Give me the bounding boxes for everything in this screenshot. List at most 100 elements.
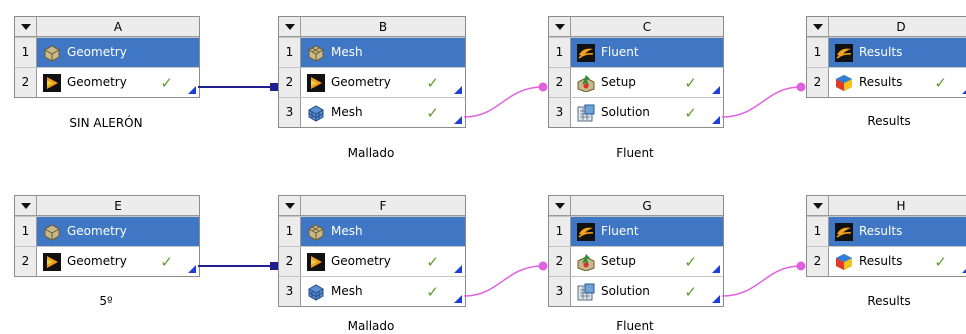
cell-number: 2	[549, 247, 571, 276]
cell-geometry[interactable]: 2 Geometry ✓	[15, 246, 199, 276]
connection-marker-icon[interactable]	[188, 86, 196, 94]
cell-fluent-header[interactable]: 1 Fluent	[549, 37, 723, 67]
system-menu-arrow-icon[interactable]	[15, 17, 37, 37]
cell-geometry-header[interactable]: 1 Geometry	[15, 216, 199, 246]
geometry-link-A-B[interactable]	[198, 83, 278, 91]
cell-number: 2	[807, 247, 829, 276]
cell-geometry[interactable]: 2 Geometry ✓	[15, 67, 199, 97]
system-H[interactable]: H 1 Results 2 Results ✓	[806, 195, 966, 277]
connection-marker-icon[interactable]	[712, 295, 720, 303]
system-menu-arrow-icon[interactable]	[549, 17, 571, 37]
system-caption[interactable]: Results	[806, 114, 966, 128]
check-icon: ✓	[426, 104, 439, 122]
mesh-icon	[308, 284, 324, 301]
system-E[interactable]: E 1 Geometry 2 Geometry ✓	[14, 195, 200, 277]
system-caption[interactable]: Mallado	[278, 146, 464, 160]
check-icon: ✓	[426, 283, 439, 301]
check-icon: ✓	[684, 283, 697, 301]
data-link-C-D[interactable]	[721, 82, 806, 118]
cell-label: Results	[859, 224, 903, 238]
cell-number: 1	[807, 217, 829, 246]
connection-marker-icon[interactable]	[454, 86, 462, 94]
designmodeler-icon	[307, 253, 325, 271]
check-icon: ✓	[160, 253, 173, 271]
system-A[interactable]: A 1 Geometry 2 Geometry ✓	[14, 16, 200, 98]
cell-label: Geometry	[67, 254, 127, 268]
cell-number: 1	[15, 217, 37, 246]
cell-label: Setup	[601, 254, 636, 268]
connection-marker-icon[interactable]	[962, 265, 966, 273]
data-link-G-H[interactable]	[721, 261, 806, 297]
solution-icon	[577, 104, 595, 122]
check-icon: ✓	[684, 74, 697, 92]
cell-mesh-header[interactable]: 1 Mesh	[279, 37, 465, 67]
data-link-B-C[interactable]	[463, 82, 548, 118]
cell-number: 1	[279, 38, 301, 67]
cell-geometry[interactable]: 2 Geometry ✓	[279, 246, 465, 276]
system-menu-arrow-icon[interactable]	[279, 17, 301, 37]
system-menu-arrow-icon[interactable]	[549, 196, 571, 216]
system-C[interactable]: C 1 Fluent 2 Setup ✓ 3 Solution ✓	[548, 16, 724, 128]
system-menu-arrow-icon[interactable]	[807, 196, 829, 216]
cell-label: Results	[859, 45, 903, 59]
cell-setup[interactable]: 2 Setup ✓	[549, 67, 723, 97]
setup-icon	[577, 75, 595, 92]
system-caption[interactable]: Results	[806, 294, 966, 308]
mesh-cube-icon	[308, 224, 324, 241]
system-caption[interactable]: Fluent	[548, 319, 722, 333]
cell-label: Geometry	[67, 224, 127, 238]
system-letter: E	[114, 199, 122, 213]
cell-solution[interactable]: 3 Solution ✓	[549, 97, 723, 127]
geometry-link-E-F[interactable]	[198, 262, 278, 270]
cell-geometry-header[interactable]: 1 Geometry	[15, 37, 199, 67]
system-caption[interactable]: Mallado	[278, 319, 464, 333]
cell-geometry[interactable]: 2 Geometry ✓	[279, 67, 465, 97]
system-caption[interactable]: SIN ALERÓN	[14, 116, 198, 130]
cell-setup[interactable]: 2 Setup ✓	[549, 246, 723, 276]
connection-marker-icon[interactable]	[962, 86, 966, 94]
cell-number: 3	[279, 98, 301, 127]
system-caption[interactable]: Fluent	[548, 146, 722, 160]
system-D[interactable]: D 1 Results 2 Results ✓	[806, 16, 966, 98]
system-B[interactable]: B 1 Mesh 2 Geometry ✓ 3 Mesh ✓	[278, 16, 466, 128]
connection-marker-icon[interactable]	[712, 86, 720, 94]
cell-number: 3	[549, 277, 571, 306]
cell-label: Results	[859, 75, 903, 89]
cell-number: 1	[549, 217, 571, 246]
cell-results-header[interactable]: 1 Results	[807, 216, 966, 246]
system-header: C	[549, 17, 723, 37]
cell-number: 3	[279, 277, 301, 306]
connection-marker-icon[interactable]	[454, 265, 462, 273]
cell-mesh[interactable]: 3 Mesh ✓	[279, 97, 465, 127]
system-G[interactable]: G 1 Fluent 2 Setup ✓ 3 Solution ✓	[548, 195, 724, 307]
system-menu-arrow-icon[interactable]	[15, 196, 37, 216]
cell-label: Geometry	[331, 75, 391, 89]
system-caption[interactable]: 5º	[14, 294, 198, 308]
connection-marker-icon[interactable]	[454, 295, 462, 303]
cell-label: Fluent	[601, 45, 639, 59]
data-link-F-G[interactable]	[463, 261, 548, 297]
cell-number: 2	[15, 68, 37, 97]
cell-mesh[interactable]: 3 Mesh ✓	[279, 276, 465, 306]
connection-marker-icon[interactable]	[712, 265, 720, 273]
cell-number: 2	[279, 68, 301, 97]
connection-marker-icon[interactable]	[712, 116, 720, 124]
cell-fluent-header[interactable]: 1 Fluent	[549, 216, 723, 246]
cell-results[interactable]: 2 Results ✓	[807, 246, 966, 276]
cell-number: 1	[279, 217, 301, 246]
cell-number: 2	[15, 247, 37, 276]
solution-icon	[577, 283, 595, 301]
connection-marker-icon[interactable]	[454, 116, 462, 124]
system-header: H	[807, 196, 966, 216]
system-menu-arrow-icon[interactable]	[279, 196, 301, 216]
connection-marker-icon[interactable]	[188, 265, 196, 273]
system-menu-arrow-icon[interactable]	[807, 17, 829, 37]
check-icon: ✓	[160, 74, 173, 92]
system-letter: B	[378, 20, 388, 34]
cell-results-header[interactable]: 1 Results	[807, 37, 966, 67]
cell-mesh-header[interactable]: 1 Mesh	[279, 216, 465, 246]
cell-solution[interactable]: 3 Solution ✓	[549, 276, 723, 306]
system-F[interactable]: F 1 Mesh 2 Geometry ✓ 3 Mesh ✓	[278, 195, 466, 307]
cell-label: Mesh	[331, 284, 363, 298]
cell-results[interactable]: 2 Results ✓	[807, 67, 966, 97]
